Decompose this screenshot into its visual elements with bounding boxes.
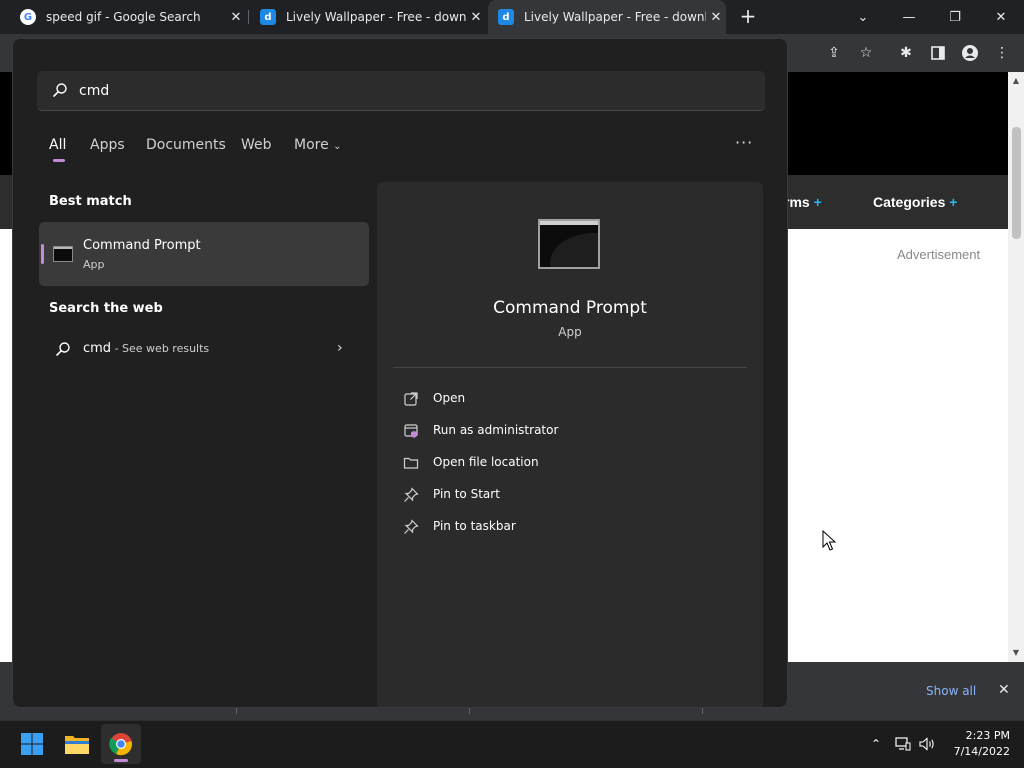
action-open[interactable]: Open <box>403 388 723 410</box>
close-download-bar-icon[interactable]: ✕ <box>998 682 1010 698</box>
preview-title: Command Prompt <box>493 298 647 318</box>
nav-item-forms[interactable]: rms + <box>784 194 822 210</box>
chevron-right-icon[interactable]: › <box>337 340 343 356</box>
chevron-down-icon: ⌄ <box>333 141 342 152</box>
download-separator <box>236 708 237 714</box>
network-icon[interactable] <box>894 736 912 752</box>
tab-close-icon[interactable]: ✕ <box>226 10 246 25</box>
best-match-result[interactable]: Command Prompt App <box>39 222 369 286</box>
action-label: Run as administrator <box>433 423 559 437</box>
action-label: Pin to Start <box>433 487 500 501</box>
tab-separator <box>248 10 249 24</box>
filter-tab-documents[interactable]: Documents <box>146 137 226 153</box>
page-scrollbar[interactable]: ▲ ▼ <box>1008 72 1024 662</box>
chrome-icon <box>109 733 132 756</box>
action-open-file-location[interactable]: Open file location <box>403 452 723 474</box>
best-match-title: Command Prompt <box>83 238 201 253</box>
action-label: Pin to taskbar <box>433 519 516 533</box>
volume-icon[interactable] <box>919 736 937 752</box>
web-result-text: cmd - See web results <box>83 341 209 356</box>
side-panel-icon[interactable] <box>929 44 947 62</box>
tab-lively-wallpaper[interactable]: d Lively Wallpaper - Free - downlo ✕ <box>250 0 486 34</box>
bookmark-star-icon[interactable]: ☆ <box>857 44 875 62</box>
scroll-down-icon[interactable]: ▼ <box>1011 648 1021 657</box>
profile-icon[interactable] <box>961 44 979 62</box>
windows-search-flyout: All Apps Documents Web More ⌄ ··· Best m… <box>12 38 788 708</box>
tab-lively-wallpaper-active[interactable]: d Lively Wallpaper - Free - downlo ✕ <box>488 0 726 34</box>
nav-plus-icon: + <box>949 194 958 210</box>
scroll-up-icon[interactable]: ▲ <box>1011 76 1021 85</box>
open-external-icon <box>404 392 418 406</box>
share-icon[interactable]: ⇪ <box>825 44 843 62</box>
taskbar-file-explorer[interactable] <box>57 724 97 764</box>
search-icon <box>56 342 70 356</box>
more-options-icon[interactable]: ··· <box>735 133 753 152</box>
web-result-suffix: - See web results <box>111 342 210 355</box>
tab-title: speed gif - Google Search <box>46 10 201 24</box>
tab-close-icon[interactable]: ✕ <box>706 10 726 25</box>
nav-item-label: Categories <box>873 194 946 210</box>
running-indicator <box>114 759 128 762</box>
result-preview-pane: Command Prompt App Open Run as administr… <box>377 182 763 707</box>
lively-wallpaper-icon: d <box>260 9 276 25</box>
action-run-as-administrator[interactable]: Run as administrator <box>403 420 723 442</box>
search-icon <box>53 83 67 97</box>
google-icon: G <box>20 9 36 25</box>
action-label: Open file location <box>433 455 539 469</box>
taskbar-chrome[interactable] <box>101 724 141 764</box>
tab-google-search[interactable]: G speed gif - Google Search ✕ <box>8 0 246 34</box>
start-button[interactable] <box>12 724 52 764</box>
preview-subtitle: App <box>558 325 582 339</box>
new-tab-icon[interactable]: + <box>738 6 758 26</box>
system-clock[interactable]: 2:23 PM 7/14/2022 <box>946 728 1010 760</box>
tab-title: Lively Wallpaper - Free - downlo <box>524 10 706 24</box>
nav-item-categories[interactable]: Categories + <box>873 194 957 210</box>
action-label: Open <box>433 391 466 405</box>
filter-tab-apps[interactable]: Apps <box>90 137 125 153</box>
tab-title: Lively Wallpaper - Free - downlo <box>286 10 466 24</box>
clock-time: 2:23 PM <box>965 729 1010 742</box>
search-box[interactable] <box>37 71 765 111</box>
filter-tab-more[interactable]: More ⌄ <box>294 137 342 153</box>
extensions-icon[interactable]: ✱ <box>897 44 915 62</box>
show-all-downloads-link[interactable]: Show all <box>926 684 976 698</box>
clock-date: 7/14/2022 <box>953 745 1010 758</box>
preview-divider <box>393 367 747 368</box>
mouse-cursor-icon <box>822 530 836 551</box>
lively-wallpaper-icon: d <box>498 9 514 25</box>
web-search-result[interactable]: cmd - See web results › <box>39 331 369 367</box>
download-separator <box>702 708 703 714</box>
windows-logo-icon <box>21 733 43 755</box>
tab-search-chevron-icon[interactable]: ⌄ <box>840 0 886 34</box>
search-input[interactable] <box>79 78 739 104</box>
action-pin-to-start[interactable]: Pin to Start <box>403 484 723 506</box>
pin-icon <box>404 519 419 534</box>
filter-more-label: More <box>294 137 329 153</box>
restore-icon[interactable]: ❐ <box>932 0 978 34</box>
download-separator <box>469 708 470 714</box>
close-window-icon[interactable]: ✕ <box>978 0 1024 34</box>
minimize-icon[interactable]: — <box>886 0 932 34</box>
action-pin-to-taskbar[interactable]: Pin to taskbar <box>403 516 723 538</box>
nav-plus-icon: + <box>813 194 822 210</box>
filter-tab-web[interactable]: Web <box>241 137 272 153</box>
show-hidden-icons-chevron-icon[interactable]: ⌃ <box>867 736 885 752</box>
browser-menu-icon[interactable]: ⋮ <box>993 44 1011 62</box>
best-match-subtitle: App <box>83 258 105 271</box>
tab-close-icon[interactable]: ✕ <box>466 10 486 25</box>
command-prompt-icon <box>53 246 73 262</box>
command-prompt-large-icon <box>538 219 600 269</box>
web-result-query: cmd <box>83 341 112 356</box>
pin-icon <box>404 487 419 502</box>
best-match-heading: Best match <box>49 194 132 209</box>
scrollbar-thumb[interactable] <box>1012 127 1021 239</box>
file-explorer-icon <box>65 736 89 754</box>
selection-accent <box>41 244 44 264</box>
filter-tab-all[interactable]: All <box>49 137 66 162</box>
search-the-web-heading: Search the web <box>49 301 163 316</box>
shield-admin-icon <box>404 424 418 438</box>
folder-icon <box>403 457 419 469</box>
advertisement-label: Advertisement <box>897 247 981 262</box>
